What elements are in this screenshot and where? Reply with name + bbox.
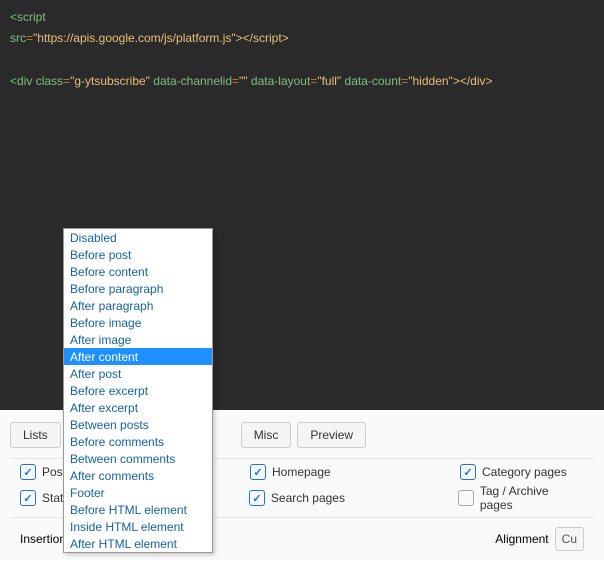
alignment-select[interactable]: Cu [555, 527, 584, 551]
code-line-4: <div class="g-ytsubscribe" data-channeli… [10, 72, 594, 91]
dropdown-item[interactable]: After HTML element [64, 535, 212, 552]
dropdown-item[interactable]: Between comments [64, 450, 212, 467]
checkbox-icon: ✓ [458, 490, 474, 506]
dropdown-item[interactable]: Before HTML element [64, 501, 212, 518]
dropdown-item[interactable]: Between posts [64, 416, 212, 433]
dropdown-item[interactable]: After content [64, 348, 212, 365]
dropdown-item[interactable]: Before image [64, 314, 212, 331]
dropdown-item[interactable]: Disabled [64, 229, 212, 246]
code-line-2: src="https://apis.google.com/js/platform… [10, 29, 594, 48]
dropdown-item[interactable]: After paragraph [64, 297, 212, 314]
chk-search-label: Search pages [271, 491, 345, 505]
tab-misc[interactable]: Misc [241, 422, 292, 448]
chk-homepage[interactable]: ✓ Homepage [250, 464, 430, 480]
alignment-group: Alignment Cu [495, 527, 584, 551]
dropdown-item[interactable]: After comments [64, 467, 212, 484]
checkbox-icon: ✓ [20, 464, 36, 480]
dropdown-item[interactable]: Before post [64, 246, 212, 263]
alignment-label: Alignment [495, 532, 548, 546]
dropdown-item[interactable]: Inside HTML element [64, 518, 212, 535]
checkbox-icon: ✓ [20, 490, 36, 506]
dropdown-item[interactable]: Footer [64, 484, 212, 501]
code-line-3 [10, 50, 594, 69]
dropdown-item[interactable]: Before content [64, 263, 212, 280]
checkbox-icon: ✓ [249, 490, 265, 506]
insertion-dropdown[interactable]: DisabledBefore postBefore contentBefore … [63, 228, 213, 553]
chk-search[interactable]: ✓ Search pages [249, 490, 428, 506]
chk-category[interactable]: ✓ Category pages [460, 464, 567, 480]
insertion-label: Insertion [20, 532, 66, 546]
tab-preview[interactable]: Preview [297, 422, 366, 448]
dropdown-item[interactable]: After image [64, 331, 212, 348]
dropdown-item[interactable]: After post [64, 365, 212, 382]
tab-lists[interactable]: Lists [10, 422, 61, 448]
chk-tag-label: Tag / Archive pages [480, 484, 584, 512]
dropdown-item[interactable]: After excerpt [64, 399, 212, 416]
chk-tag[interactable]: ✓ Tag / Archive pages [458, 484, 584, 512]
dropdown-item[interactable]: Before excerpt [64, 382, 212, 399]
dropdown-item[interactable]: Before comments [64, 433, 212, 450]
checkbox-icon: ✓ [250, 464, 266, 480]
checkbox-icon: ✓ [460, 464, 476, 480]
code-line-1: <script [10, 8, 594, 27]
dropdown-item[interactable]: Before paragraph [64, 280, 212, 297]
chk-category-label: Category pages [482, 465, 567, 479]
chk-homepage-label: Homepage [272, 465, 331, 479]
